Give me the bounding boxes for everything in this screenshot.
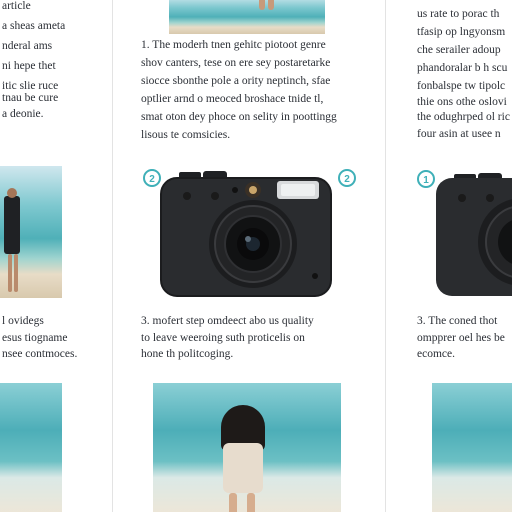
step-badge-right: 2 bbox=[338, 169, 356, 187]
person-leg bbox=[8, 254, 12, 292]
step3-line: hone th politcoging. bbox=[141, 348, 234, 360]
camera-icon bbox=[160, 171, 332, 297]
step1-line: smat oton dey phoce on selity in poottin… bbox=[141, 111, 337, 123]
person-leg bbox=[14, 254, 18, 292]
right-text-line: che serailer adoup bbox=[417, 44, 501, 56]
person-leg bbox=[247, 493, 255, 512]
left-column: article a sheas ameta nderal ams ni hepe… bbox=[0, 0, 112, 512]
camera-icon bbox=[436, 173, 512, 296]
right-column: us rate to porac th tfasip op lngyonsm c… bbox=[386, 0, 512, 512]
right-text-line: four asin at usee n bbox=[417, 128, 501, 140]
step1-line: optlier arnd o meoced broshace tnide tl, bbox=[141, 93, 324, 105]
right-bottom-beach-photo bbox=[432, 383, 512, 512]
left-text-line: a sheas ameta bbox=[2, 20, 66, 32]
step1-line: shov canters, tese on ere sey postaretar… bbox=[141, 57, 331, 69]
middle-column: 1. The moderh tnen gehitc piotoot genre … bbox=[112, 0, 386, 512]
step1-line: siocce sbonthe pole a ority neptinch, sf… bbox=[141, 75, 331, 87]
woman-beach-photo bbox=[153, 383, 341, 512]
left-text-line: nderal ams bbox=[2, 40, 53, 52]
person-figure bbox=[4, 196, 20, 254]
step-badge: 1 bbox=[417, 170, 435, 188]
person-leg bbox=[268, 0, 274, 10]
right-text-line: phandoralar b h scu bbox=[417, 62, 508, 74]
person-leg bbox=[259, 0, 265, 10]
right-text-line: us rate to porac th bbox=[417, 8, 500, 20]
left-beach-photo bbox=[0, 166, 62, 298]
left-caption-line: nsee contmoces. bbox=[2, 348, 78, 360]
person-leg bbox=[229, 493, 237, 512]
step1-line: lisous te comsicies. bbox=[141, 129, 231, 141]
left-text-line: ni hepe thet bbox=[2, 60, 56, 72]
person-head bbox=[7, 188, 17, 198]
left-text-line: a deonie. bbox=[2, 108, 44, 120]
left-bottom-beach-photo bbox=[0, 383, 62, 512]
right-text-line: tfasip op lngyonsm bbox=[417, 26, 506, 38]
right-step3-line: ecomce. bbox=[417, 348, 455, 360]
left-text-line: article bbox=[2, 0, 31, 12]
person-dress bbox=[223, 443, 263, 493]
step1-line: 1. The moderh tnen gehitc piotoot genre bbox=[141, 39, 326, 51]
top-beach-photo bbox=[169, 0, 325, 34]
